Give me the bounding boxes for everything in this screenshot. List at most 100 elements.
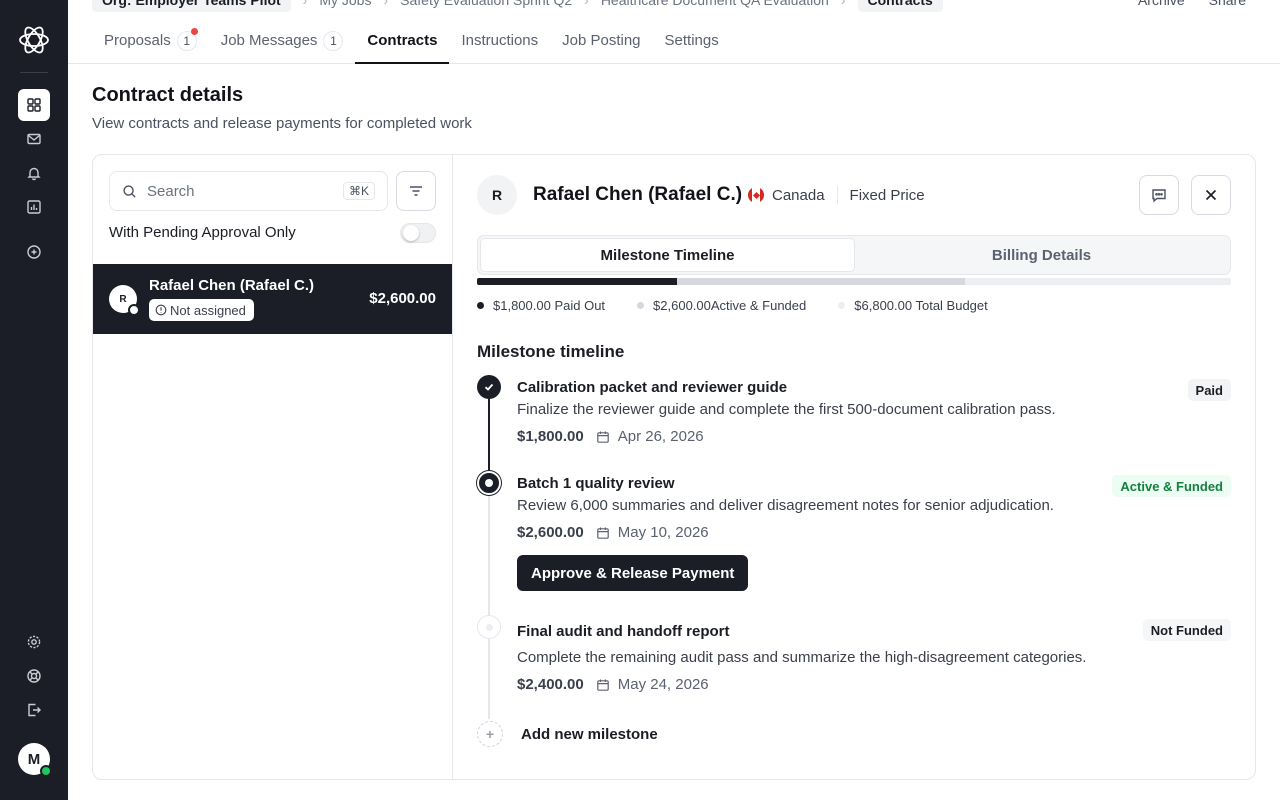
milestone-status-badge: Not Funded <box>1142 619 1231 641</box>
legend-dot <box>637 302 645 309</box>
chart-icon <box>27 200 41 214</box>
contract-list-item[interactable]: R Rafael Chen (Rafael C.) Not assigned $… <box>93 264 452 334</box>
legend-total: $6,800.00 Total Budget <box>838 298 988 313</box>
rail-analytics-button[interactable] <box>18 191 50 223</box>
chat-icon <box>1152 189 1166 203</box>
breadcrumb-separator: › <box>383 0 389 8</box>
job-tabs: Proposals 1 Job Messages 1 Contracts Ins… <box>68 22 1280 64</box>
tab-count-badge: 1 <box>323 31 344 51</box>
tab-label: Job Messages <box>220 32 318 49</box>
filter-icon <box>410 186 422 196</box>
calendar-icon <box>596 431 609 443</box>
paid-out-fill <box>477 278 677 285</box>
breadcrumb-current: Contracts <box>857 0 943 12</box>
milestone-description: Finalize the reviewer guide and complete… <box>517 401 1056 418</box>
page-actions: Archive Share <box>1138 0 1246 12</box>
tab-instructions[interactable]: Instructions <box>449 22 550 64</box>
pending-filter-label: With Pending Approval Only <box>109 224 296 241</box>
gear-icon <box>27 635 41 649</box>
budget-legend: $1,800.00 Paid Out $2,600.00Active & Fun… <box>477 298 988 313</box>
contracts-panel: Search ⌘K With Pending Approval Only R R… <box>92 154 1256 780</box>
timeline-connector <box>488 399 490 471</box>
rail-create-button[interactable] <box>18 236 50 268</box>
pending-filter-toggle[interactable] <box>400 223 436 243</box>
milestone-date: Apr 26, 2026 <box>617 428 704 445</box>
breadcrumb-item[interactable]: Safety Evaluation Sprint Q2 <box>400 0 572 8</box>
close-icon <box>1205 189 1217 201</box>
breadcrumb-separator: › <box>584 0 589 8</box>
milestone-meta: $2,600.00 May 10, 2026 <box>517 524 709 541</box>
legend-dot <box>477 302 484 309</box>
tab-label: Settings <box>664 32 719 49</box>
plus-icon: + <box>477 721 503 747</box>
pending-dot <box>485 623 493 631</box>
filter-button[interactable] <box>396 171 436 211</box>
close-button[interactable] <box>1191 175 1231 215</box>
rail-help-button[interactable] <box>18 660 50 692</box>
add-milestone-button[interactable]: + Add new milestone <box>477 721 658 747</box>
bell-icon <box>27 167 41 181</box>
tab-job-messages[interactable]: Job Messages 1 <box>209 22 356 64</box>
milestone-date: May 10, 2026 <box>617 524 709 541</box>
add-milestone-label: Add new milestone <box>521 725 658 743</box>
share-button[interactable]: Share <box>1209 0 1246 8</box>
segment-milestone-timeline[interactable]: Milestone Timeline <box>480 238 855 272</box>
rail-notifications-button[interactable] <box>18 157 50 189</box>
timeline-connector <box>488 495 490 617</box>
rail-settings-button[interactable] <box>18 626 50 658</box>
message-button[interactable] <box>1139 175 1179 215</box>
lifebuoy-icon <box>27 669 41 683</box>
milestone-due-date: Apr 26, 2026 <box>596 428 704 445</box>
rail-logout-button[interactable] <box>18 694 50 726</box>
status-badge-label: Not assigned <box>170 302 246 318</box>
online-status-dot <box>40 765 52 777</box>
approve-release-payment-button[interactable]: Approve & Release Payment <box>517 555 749 591</box>
tab-contracts[interactable]: Contracts <box>355 22 450 64</box>
search-input[interactable]: Search ⌘K <box>109 171 388 211</box>
milestone-description: Review 6,000 summaries and deliver disag… <box>517 497 1054 514</box>
contract-type-label: Fixed Price <box>849 186 925 204</box>
info-icon <box>155 304 167 316</box>
timeline-connector <box>488 639 490 719</box>
milestone-complete-node <box>477 375 501 399</box>
breadcrumb-org[interactable]: Org: Employer Teams Pilot <box>92 0 291 12</box>
legend-label: $6,800.00 Total Budget <box>854 298 988 313</box>
check-icon <box>484 383 494 391</box>
legend-label: $1,800.00 Paid Out <box>493 298 606 313</box>
milestone-status-badge: Active & Funded <box>1112 475 1231 497</box>
legend-dot <box>838 302 846 309</box>
milestone-meta: $1,800.00 Apr 26, 2026 <box>517 428 704 445</box>
milestone-amount: $1,800.00 <box>517 428 584 445</box>
divider <box>836 186 838 204</box>
country-label: Canada <box>772 186 825 204</box>
milestone-active-node <box>477 471 501 495</box>
archive-button[interactable]: Archive <box>1138 0 1185 8</box>
budget-progress-bar <box>477 278 1231 285</box>
milestone-description: Complete the remaining audit pass and su… <box>517 649 1087 666</box>
detail-view-switch: Milestone Timeline Billing Details <box>477 235 1231 275</box>
contracts-list: Search ⌘K With Pending Approval Only R R… <box>93 155 453 779</box>
rail-divider <box>20 72 48 73</box>
breadcrumb-item[interactable]: My Jobs <box>319 0 371 8</box>
milestone-amount: $2,600.00 <box>517 524 584 541</box>
milestone-status-badge: Paid <box>1187 379 1231 401</box>
logout-icon <box>28 703 41 717</box>
milestone-due-date: May 10, 2026 <box>596 524 709 541</box>
breadcrumb: Org: Employer Teams Pilot › My Jobs › Sa… <box>92 0 943 12</box>
timeline-title: Milestone timeline <box>477 342 625 361</box>
breadcrumb-item[interactable]: Healthcare Document QA Evaluation <box>601 0 829 8</box>
unread-dot <box>191 28 198 35</box>
rail-messages-button[interactable] <box>18 123 50 155</box>
app-logo-icon[interactable] <box>17 23 51 57</box>
tab-job-posting[interactable]: Job Posting <box>550 22 652 64</box>
app-rail: M <box>0 0 68 800</box>
tab-settings[interactable]: Settings <box>653 22 731 64</box>
rail-dashboard-button[interactable] <box>18 89 50 121</box>
contract-detail: R Rafael Chen (Rafael C.) Canada Fixed P… <box>453 155 1255 779</box>
milestone-amount: $2,400.00 <box>517 676 584 693</box>
avatar-status-dot <box>128 304 140 316</box>
breadcrumb-separator: › <box>302 0 308 8</box>
milestone-due-date: May 24, 2026 <box>596 676 709 693</box>
segment-billing-details[interactable]: Billing Details <box>855 238 1228 272</box>
grid-icon <box>27 98 41 112</box>
